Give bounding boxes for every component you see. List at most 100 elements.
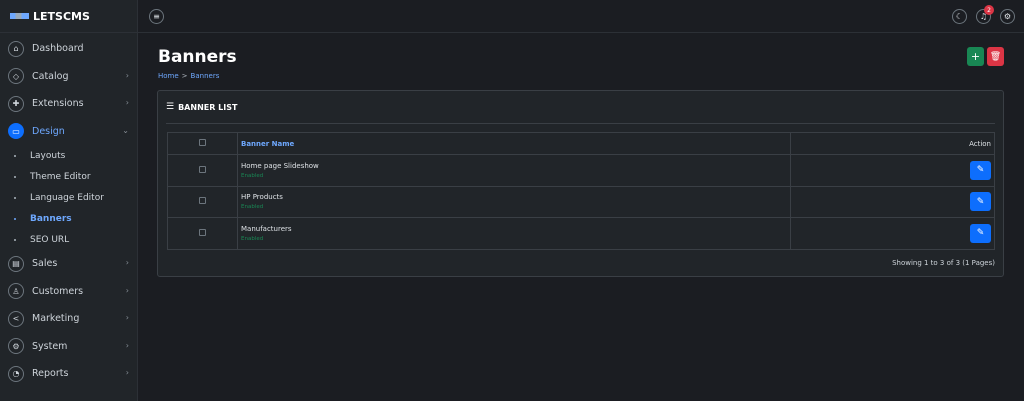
breadcrumb: Home > Banners xyxy=(158,72,219,80)
sidebar-item-label: Customers xyxy=(32,285,84,297)
banner-name-cell: HP Products Enabled xyxy=(237,185,791,218)
breadcrumb-home[interactable]: Home xyxy=(158,72,179,80)
pencil-icon: ✎ xyxy=(976,196,985,207)
pencil-icon: ✎ xyxy=(976,165,985,176)
status-text: Enabled xyxy=(241,204,264,211)
menu-toggle-icon[interactable]: ≡ xyxy=(149,9,164,24)
topbar: ≡ ☾ ♫ 2 ⚙ xyxy=(138,0,1024,33)
sidebar-item-label: System xyxy=(32,340,68,352)
bell-icon[interactable]: ♫ 2 xyxy=(976,5,994,24)
row-checkbox-cell xyxy=(167,217,238,250)
sidebar-subitem-seo-url[interactable]: SEO URL xyxy=(0,229,137,250)
table-row: Manufacturers Enabled ✎ xyxy=(167,217,995,250)
bullet-icon xyxy=(14,217,16,220)
trash-icon: 🗑 xyxy=(989,51,1002,62)
banner-name-cell: Manufacturers Enabled xyxy=(237,217,791,250)
status-text: Enabled xyxy=(241,235,264,242)
monitor-icon: ▭ xyxy=(8,123,24,140)
sidebar-item-label: Design xyxy=(32,125,65,137)
sidebar: LETSCMS ⌂ Dashboard ◇ Catalog › ✚ Extens… xyxy=(0,0,138,401)
breadcrumb-current[interactable]: Banners xyxy=(191,72,220,80)
sidebar-subitem-language-editor[interactable]: Language Editor xyxy=(0,187,137,208)
sidebar-subitem-label: Layouts xyxy=(30,150,66,161)
sidebar-item-label: Reports xyxy=(32,368,69,380)
banner-list-card: ☰ BANNER LIST Banner Name Action Home pa… xyxy=(157,90,1004,277)
sidebar-subitem-theme-editor[interactable]: Theme Editor xyxy=(0,166,137,187)
column-header-action: Action xyxy=(790,132,995,155)
banner-name: Manufacturers xyxy=(241,224,292,233)
table-row: HP Products Enabled ✎ xyxy=(167,185,995,218)
gear-icon[interactable]: ⚙ xyxy=(1000,9,1015,24)
bullet-icon xyxy=(14,154,16,157)
pencil-icon: ✎ xyxy=(976,228,985,239)
brand-name: LETSCMS xyxy=(33,9,90,23)
list-icon: ☰ xyxy=(166,102,175,112)
user-icon: ♙ xyxy=(8,283,24,300)
table-header-row: Banner Name Action xyxy=(167,132,995,155)
sidebar-item-label: Extensions xyxy=(32,98,84,110)
edit-button[interactable]: ✎ xyxy=(970,192,991,212)
banner-name: HP Products xyxy=(241,193,283,202)
chevron-right-icon: › xyxy=(125,258,129,267)
action-cell: ✎ xyxy=(790,154,995,187)
add-button[interactable]: + xyxy=(967,47,984,66)
sidebar-item-system[interactable]: ⚙ System › xyxy=(0,333,137,361)
sidebar-item-label: Sales xyxy=(32,258,58,270)
sidebar-item-extensions[interactable]: ✚ Extensions › xyxy=(0,90,137,118)
banner-name-cell: Home page Slideshow Enabled xyxy=(237,154,791,187)
moon-icon[interactable]: ☾ xyxy=(952,9,967,24)
sidebar-subitem-label: Language Editor xyxy=(30,192,104,203)
sidebar-item-catalog[interactable]: ◇ Catalog › xyxy=(0,63,137,91)
edit-button[interactable]: ✎ xyxy=(970,160,991,180)
sidebar-nav: ⌂ Dashboard ◇ Catalog › ✚ Extensions › ▭… xyxy=(0,33,137,388)
sidebar-item-label: Dashboard xyxy=(32,43,84,55)
row-checkbox-cell xyxy=(167,154,238,187)
card-header: ☰ BANNER LIST xyxy=(166,91,995,124)
home-icon: ⌂ xyxy=(8,40,24,57)
status-text: Enabled xyxy=(241,172,264,179)
share-icon: < xyxy=(8,310,24,327)
chevron-right-icon: › xyxy=(125,285,129,295)
sidebar-subitem-label: Banners xyxy=(30,213,72,224)
sidebar-item-marketing[interactable]: < Marketing › xyxy=(0,305,137,333)
column-header-banner-name[interactable]: Banner Name xyxy=(237,132,791,155)
delete-button[interactable]: 🗑 xyxy=(987,47,1004,66)
sidebar-item-dashboard[interactable]: ⌂ Dashboard xyxy=(0,35,137,63)
bullet-icon xyxy=(14,238,16,241)
brand[interactable]: LETSCMS xyxy=(0,0,137,33)
select-all-checkbox[interactable] xyxy=(199,139,206,146)
plus-icon: + xyxy=(970,50,981,63)
select-all-cell xyxy=(167,132,238,155)
logo xyxy=(10,13,29,19)
sidebar-item-label: Catalog xyxy=(32,70,69,82)
chart-icon: ◔ xyxy=(8,365,24,382)
row-checkbox[interactable] xyxy=(199,165,206,173)
action-cell: ✎ xyxy=(790,217,995,250)
sidebar-subitem-layouts[interactable]: Layouts xyxy=(0,145,137,166)
sidebar-item-sales[interactable]: ▤ Sales › xyxy=(0,250,137,278)
pagination-text: Showing 1 to 3 of 3 (1 Pages) xyxy=(892,259,995,267)
sidebar-item-reports[interactable]: ◔ Reports › xyxy=(0,360,137,388)
row-checkbox[interactable] xyxy=(199,197,206,205)
sidebar-subitem-label: Theme Editor xyxy=(30,171,91,182)
cart-icon: ▤ xyxy=(8,255,24,272)
sidebar-item-label: Marketing xyxy=(32,313,80,325)
row-checkbox[interactable] xyxy=(199,228,206,236)
notification-badge: 2 xyxy=(984,5,994,15)
sidebar-subitem-banners[interactable]: Banners xyxy=(0,208,137,229)
action-cell: ✎ xyxy=(790,185,995,218)
edit-button[interactable]: ✎ xyxy=(970,223,991,243)
chevron-right-icon: › xyxy=(125,368,129,377)
banner-name: Home page Slideshow xyxy=(241,161,319,170)
chevron-down-icon: ⌄ xyxy=(122,125,129,135)
card-title: BANNER LIST xyxy=(178,102,238,112)
puzzle-icon: ✚ xyxy=(8,95,24,112)
sidebar-item-design[interactable]: ▭ Design ⌄ xyxy=(0,118,137,146)
chevron-right-icon: › xyxy=(125,98,129,107)
breadcrumb-separator: > xyxy=(181,72,188,80)
sidebar-item-customers[interactable]: ♙ Customers › xyxy=(0,278,137,306)
row-checkbox-cell xyxy=(167,185,238,218)
chevron-right-icon: › xyxy=(125,313,129,322)
bullet-icon xyxy=(14,196,16,199)
chevron-right-icon: › xyxy=(125,340,129,350)
